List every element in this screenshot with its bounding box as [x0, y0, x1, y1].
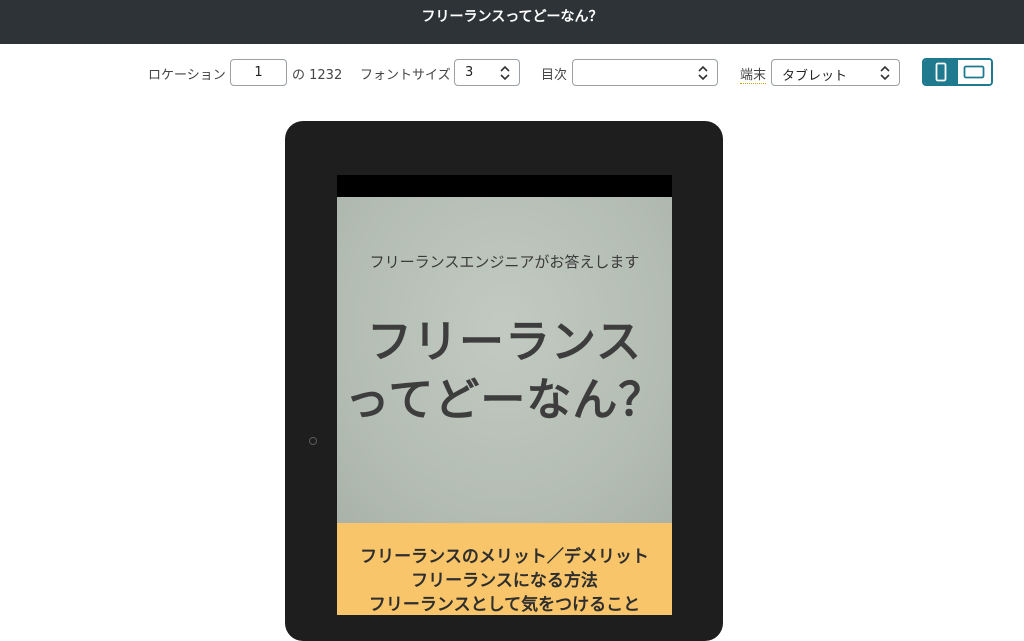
- toc-select[interactable]: [572, 59, 718, 86]
- app-title-bar: フリーランスってどーなん？: [0, 0, 1024, 44]
- location-input-wrapper: [230, 59, 287, 86]
- camera-icon: [309, 437, 317, 445]
- book-title-line-1: フリーランス: [366, 315, 643, 368]
- cover-topic-line: フリーランスのメリット／デメリット: [360, 547, 649, 567]
- up-down-chevron-icon: [880, 65, 890, 81]
- device-value: タブレット: [782, 69, 848, 84]
- book-subtitle: フリーランスエンジニアがお答えします: [369, 253, 640, 271]
- cover-topic-line: フリーランスになる方法: [411, 571, 598, 591]
- up-down-chevron-icon: [500, 65, 510, 81]
- font-size-value: 3: [465, 65, 474, 80]
- portrait-button[interactable]: [924, 60, 958, 84]
- toc-label: 目次: [541, 68, 568, 83]
- window-title: フリーランスってどーなん？: [421, 9, 603, 25]
- device-label: 端末: [740, 64, 767, 84]
- cover-topic-line: フリーランスとして気をつけること: [368, 595, 641, 615]
- landscape-button[interactable]: [957, 60, 991, 84]
- location-total: の 1232: [292, 68, 343, 83]
- book-title-line-2: ってどーなん？: [344, 373, 665, 426]
- location-label: ロケーション: [148, 68, 226, 83]
- font-size-label: フォントサイズ: [360, 68, 451, 83]
- location-input[interactable]: [231, 60, 286, 85]
- book-title: フリーランス ってどーなん？: [337, 313, 672, 429]
- font-size-select[interactable]: 3: [454, 59, 520, 86]
- orientation-toggle: [922, 58, 993, 86]
- book-cover-topics: フリーランスのメリット／デメリット フリーランスになる方法 フリーランスとして気…: [337, 545, 672, 615]
- device-select[interactable]: タブレット: [771, 59, 900, 86]
- book-cover-band: フリーランスのメリット／デメリット フリーランスになる方法 フリーランスとして気…: [337, 523, 672, 615]
- landscape-orientation-icon: [963, 65, 985, 79]
- portrait-orientation-icon: [935, 62, 947, 82]
- up-down-chevron-icon: [698, 65, 708, 81]
- book-cover-top: フリーランスエンジニアがお答えします フリーランス ってどーなん？: [337, 197, 672, 523]
- tablet-screen: フリーランスエンジニアがお答えします フリーランス ってどーなん？ フリーランス…: [337, 175, 672, 615]
